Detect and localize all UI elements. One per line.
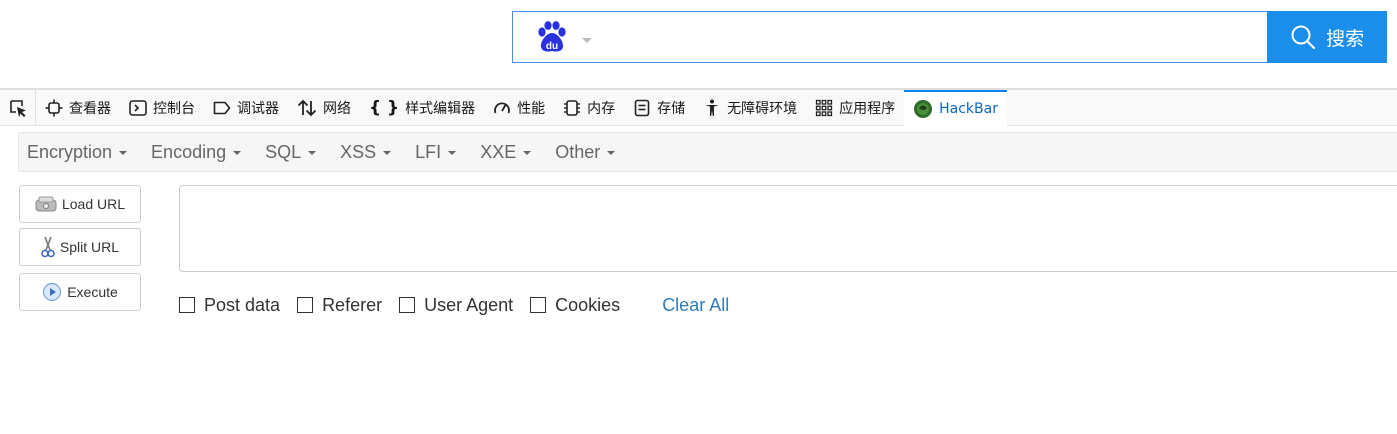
caret-down-icon (448, 151, 457, 155)
menu-label: Encoding (151, 141, 227, 162)
search-icon (1291, 25, 1316, 50)
execute-button[interactable]: Execute (19, 273, 141, 311)
application-icon (815, 99, 833, 116)
search-box: du (512, 11, 1268, 63)
tab-hackbar[interactable]: HackBar (904, 89, 1007, 126)
checkbox-label: User Agent (424, 294, 514, 315)
hackbar-icon (914, 99, 933, 118)
search-input[interactable] (603, 20, 1253, 54)
menu-encryption[interactable]: Encryption (27, 141, 128, 163)
menu-label: XXE (480, 141, 517, 162)
split-url-button[interactable]: Split URL (19, 228, 141, 266)
caret-down-icon (523, 151, 532, 155)
debugger-icon (213, 101, 231, 114)
tab-memory[interactable]: 内存 (554, 90, 624, 126)
tab-application[interactable]: 应用程序 (806, 90, 904, 126)
inspector-icon (45, 99, 63, 116)
search-button[interactable]: 搜索 (1267, 11, 1387, 63)
caret-down-icon (383, 151, 392, 155)
load-url-label: Load URL (61, 196, 126, 212)
menu-xxe[interactable]: XXE (480, 141, 532, 163)
menu-label: Encryption (27, 141, 113, 162)
menu-encoding[interactable]: Encoding (151, 141, 242, 163)
tab-label: 控制台 (153, 100, 195, 117)
logo-text: du (546, 41, 558, 52)
tab-label: 样式编辑器 (405, 100, 476, 117)
element-picker-icon (9, 99, 26, 117)
logo-dropdown-caret-icon[interactable] (582, 38, 592, 43)
play-icon (43, 282, 62, 302)
search-button-label: 搜索 (1326, 27, 1365, 50)
url-textarea[interactable] (179, 185, 1397, 272)
caret-down-icon (119, 151, 128, 155)
menu-label: XSS (340, 141, 377, 162)
tab-accessibility[interactable]: 无障碍环境 (694, 90, 806, 126)
post-data-checkbox[interactable]: Post data (179, 295, 280, 316)
memory-icon (564, 99, 581, 116)
console-icon (129, 99, 147, 116)
tab-label: 网络 (323, 100, 351, 117)
tab-console[interactable]: 控制台 (120, 90, 204, 126)
menu-xss[interactable]: XSS (340, 141, 392, 163)
load-url-icon (35, 196, 57, 212)
tab-label: 性能 (517, 100, 546, 117)
caret-down-icon (308, 151, 317, 155)
baidu-paw-logo-icon[interactable]: du (535, 20, 569, 54)
menu-label: LFI (415, 141, 442, 162)
checkbox-box[interactable] (530, 297, 547, 313)
style-editor-icon: { } (369, 97, 400, 118)
tab-style-editor[interactable]: { } 样式编辑器 (360, 90, 484, 126)
menu-label: SQL (265, 141, 302, 162)
menu-label: Other (555, 141, 601, 162)
clear-all-link[interactable]: Clear All (662, 295, 729, 316)
tab-label: 查看器 (69, 100, 111, 117)
performance-icon (494, 102, 511, 113)
accessibility-icon (705, 99, 720, 116)
checkbox-label: Post data (204, 294, 281, 315)
referer-checkbox[interactable]: Referer (297, 295, 382, 316)
execute-label: Execute (67, 284, 118, 300)
caret-down-icon (233, 151, 242, 155)
caret-down-icon (607, 151, 616, 155)
devtools-toolbar: 查看器 控制台 调试器 网络 { } 样式编辑器 性能 内存 存储 无障碍环境 … (0, 89, 1397, 126)
split-url-label: Split URL (59, 239, 120, 255)
checkbox-label: Referer (322, 294, 383, 315)
menu-other[interactable]: Other (555, 141, 616, 163)
tab-storage[interactable]: 存储 (624, 90, 694, 126)
tab-performance[interactable]: 性能 (484, 90, 554, 126)
checkbox-box[interactable] (179, 297, 195, 313)
tab-label: HackBar (939, 100, 998, 117)
tab-inspector[interactable]: 查看器 (36, 90, 120, 126)
tab-debugger[interactable]: 调试器 (204, 90, 288, 126)
tab-label: 应用程序 (839, 100, 896, 117)
scissors-icon (41, 236, 55, 258)
checkbox-box[interactable] (297, 297, 314, 313)
checkbox-box[interactable] (399, 297, 416, 313)
tab-network[interactable]: 网络 (288, 90, 360, 126)
hackbar-menu-toolbar: Encryption Encoding SQL XSS LFI XXE Othe… (18, 132, 1397, 172)
tab-label: 内存 (587, 100, 616, 117)
network-icon (297, 99, 317, 116)
tab-label: 无障碍环境 (727, 100, 798, 117)
storage-icon (634, 99, 650, 116)
menu-lfi[interactable]: LFI (415, 141, 457, 163)
load-url-button[interactable]: Load URL (19, 185, 141, 223)
menu-sql[interactable]: SQL (265, 141, 317, 163)
checkbox-label: Cookies (555, 294, 621, 315)
element-picker-button[interactable] (0, 89, 36, 126)
request-options: Post data Referer User Agent Cookies Cle… (179, 294, 729, 316)
user-agent-checkbox[interactable]: User Agent (399, 295, 513, 316)
cookies-checkbox[interactable]: Cookies (530, 295, 620, 316)
tab-label: 存储 (657, 100, 686, 117)
baidu-search-bar: du 搜索 (512, 11, 1387, 63)
tab-label: 调试器 (237, 100, 279, 117)
